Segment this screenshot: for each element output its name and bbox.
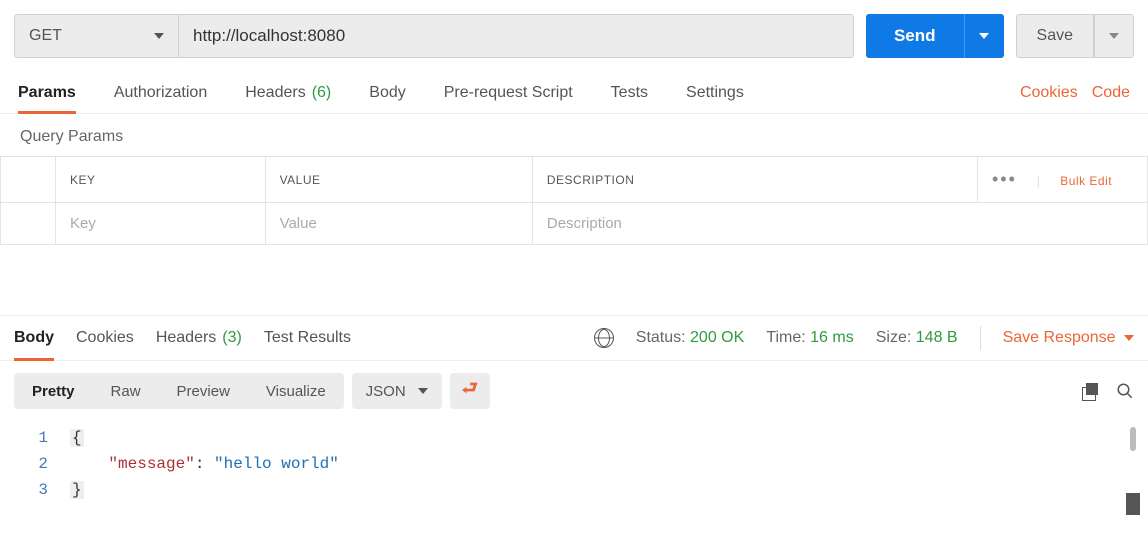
table-row: Key Value Description bbox=[1, 203, 1148, 245]
url-input[interactable] bbox=[179, 14, 854, 58]
time-label: Time: 16 ms bbox=[766, 329, 853, 347]
response-tab-body[interactable]: Body bbox=[14, 316, 54, 360]
line-number: 3 bbox=[0, 477, 70, 503]
globe-icon[interactable] bbox=[594, 328, 614, 348]
col-key: KEY bbox=[56, 157, 266, 203]
view-mode-segment: Pretty Raw Preview Visualize bbox=[14, 373, 344, 409]
response-tab-headers[interactable]: Headers(3) bbox=[156, 316, 242, 360]
more-options-icon[interactable]: ••• bbox=[992, 169, 1017, 189]
tab-headers[interactable]: Headers(6) bbox=[245, 72, 331, 113]
scrollbar[interactable] bbox=[1126, 493, 1140, 515]
tab-body[interactable]: Body bbox=[369, 72, 405, 113]
response-tab-test-results[interactable]: Test Results bbox=[264, 316, 351, 360]
key-input[interactable]: Key bbox=[56, 203, 266, 245]
search-icon[interactable] bbox=[1116, 382, 1134, 400]
response-body-editor[interactable]: 1 { 2 "message": "hello world" 3 } bbox=[0, 421, 1148, 513]
format-select[interactable]: JSON bbox=[352, 373, 442, 409]
description-input[interactable]: Description bbox=[532, 203, 1147, 245]
col-description: DESCRIPTION bbox=[532, 157, 977, 203]
tab-settings[interactable]: Settings bbox=[686, 72, 744, 113]
scrollbar[interactable] bbox=[1130, 427, 1136, 451]
save-response-button[interactable]: Save Response bbox=[1003, 329, 1134, 347]
wrap-lines-button[interactable]: ⮐ bbox=[450, 373, 490, 409]
caret-down-icon bbox=[979, 33, 989, 39]
view-visualize[interactable]: Visualize bbox=[248, 373, 344, 409]
response-headers-count-badge: (3) bbox=[222, 329, 242, 347]
send-dropdown-button[interactable] bbox=[964, 14, 1004, 58]
view-pretty[interactable]: Pretty bbox=[14, 373, 93, 409]
code-link[interactable]: Code bbox=[1092, 84, 1130, 102]
divider bbox=[980, 326, 981, 350]
caret-down-icon bbox=[418, 388, 428, 394]
caret-down-icon bbox=[154, 33, 164, 39]
line-number: 2 bbox=[0, 451, 70, 477]
tab-prerequest[interactable]: Pre-request Script bbox=[444, 72, 573, 113]
http-method-select[interactable]: GET bbox=[14, 14, 179, 58]
view-raw[interactable]: Raw bbox=[93, 373, 159, 409]
send-button[interactable]: Send bbox=[866, 14, 964, 58]
size-label: Size: 148 B bbox=[876, 329, 958, 347]
value-input[interactable]: Value bbox=[265, 203, 532, 245]
save-dropdown-button[interactable] bbox=[1094, 14, 1134, 58]
headers-count-badge: (6) bbox=[312, 84, 332, 102]
cookies-link[interactable]: Cookies bbox=[1020, 84, 1078, 102]
line-number: 1 bbox=[0, 425, 70, 451]
response-tab-cookies[interactable]: Cookies bbox=[76, 316, 134, 360]
bulk-edit-link[interactable]: Bulk Edit bbox=[1060, 174, 1112, 188]
status-label: Status: 200 OK bbox=[636, 329, 745, 347]
save-button[interactable]: Save bbox=[1016, 14, 1094, 58]
query-params-title: Query Params bbox=[0, 114, 1148, 156]
http-method-label: GET bbox=[29, 27, 62, 45]
caret-down-icon bbox=[1109, 33, 1119, 39]
wrap-icon: ⮐ bbox=[462, 376, 478, 406]
tab-params[interactable]: Params bbox=[18, 72, 76, 113]
caret-down-icon bbox=[1124, 335, 1134, 341]
tab-tests[interactable]: Tests bbox=[611, 72, 648, 113]
copy-icon[interactable] bbox=[1082, 383, 1098, 399]
view-preview[interactable]: Preview bbox=[159, 373, 248, 409]
query-params-table: KEY VALUE DESCRIPTION ••• | Bulk Edit Ke… bbox=[0, 156, 1148, 245]
col-value: VALUE bbox=[265, 157, 532, 203]
tab-authorization[interactable]: Authorization bbox=[114, 72, 207, 113]
